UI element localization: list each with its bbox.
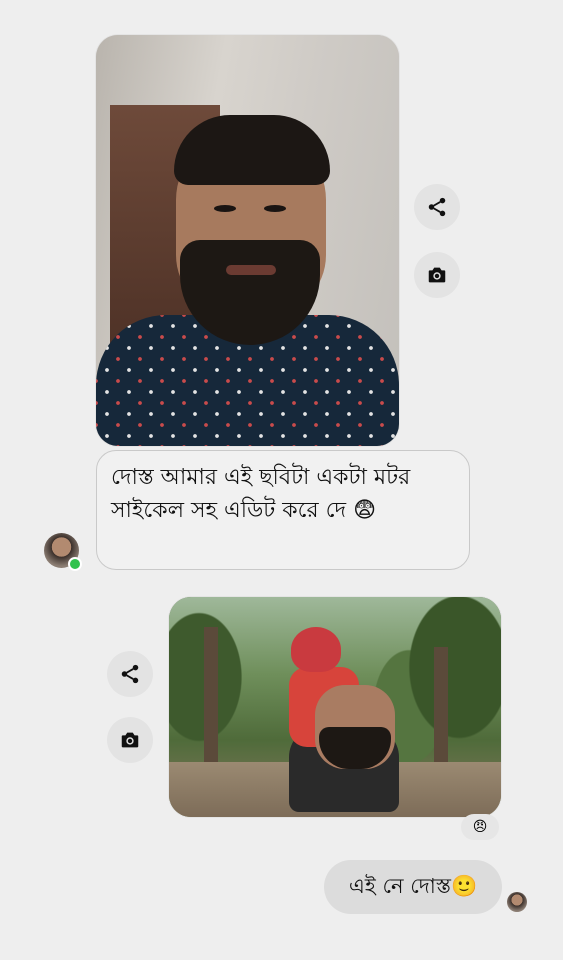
outgoing-message-text: এই নে দোস্ত🙂 (348, 873, 478, 898)
photo-mouth (226, 265, 276, 275)
outgoing-photo[interactable] (169, 597, 501, 817)
photo-eye-right (264, 205, 286, 212)
outgoing-message-bubble[interactable]: এই নে দোস্ত🙂 (324, 860, 502, 914)
share-button[interactable] (414, 184, 460, 230)
share-icon (121, 664, 139, 684)
photo-eye-left (214, 205, 236, 212)
camera-button[interactable] (414, 252, 460, 298)
camera-icon (428, 267, 446, 283)
message-reaction[interactable]: 😠 (461, 814, 499, 840)
photo-helmet (291, 627, 341, 672)
online-status-indicator (68, 557, 82, 571)
reaction-emoji: 😠 (472, 819, 488, 835)
share-button[interactable] (107, 651, 153, 697)
seen-avatar (507, 892, 527, 912)
photo-hair (174, 115, 330, 185)
share-icon (428, 197, 446, 217)
incoming-message-bubble[interactable]: দোস্ত আমার এই ছবিটা একটা মটর সাইকেল সহ এ… (96, 450, 470, 570)
incoming-photo[interactable] (96, 35, 399, 446)
camera-button[interactable] (107, 717, 153, 763)
camera-icon (121, 732, 139, 748)
incoming-message-text: দোস্ত আমার এই ছবিটা একটা মটর সাইকেল সহ এ… (111, 465, 411, 523)
